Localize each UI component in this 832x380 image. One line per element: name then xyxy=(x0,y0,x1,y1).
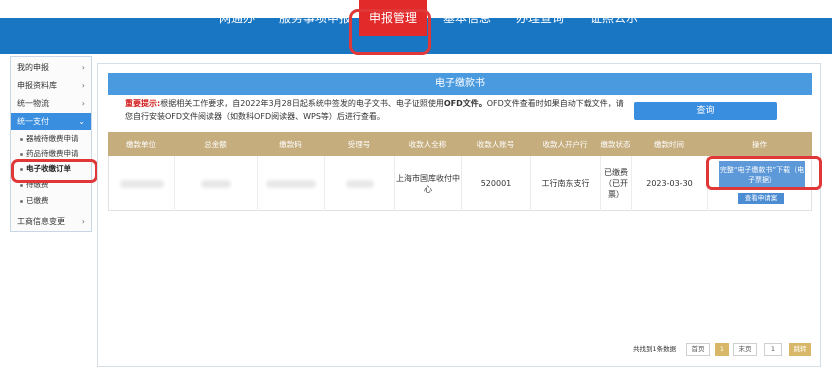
sidebar: 我的申报 › 申报资料库 › 统一物流 › 统一支付 ⌄ 器械待缴费申请 药品待… xyxy=(10,56,92,232)
sidebar-subitem-paid[interactable]: 已缴费 xyxy=(11,194,91,208)
pager-first-button[interactable]: 首页 xyxy=(686,343,710,356)
panel-title: 电子缴款书 xyxy=(108,73,812,95)
pager-current-page[interactable]: 1 xyxy=(715,343,729,356)
nav-item-service-apply[interactable]: 服务事项申报 xyxy=(279,0,351,36)
view-application-button[interactable]: 查看申请案 xyxy=(738,193,784,204)
highlight-frame-sidebar xyxy=(11,159,98,183)
bullet-icon xyxy=(20,152,23,156)
column-header: 受理号 xyxy=(347,139,371,149)
column-header: 缴款单位 xyxy=(126,139,156,149)
column-header: 操作 xyxy=(752,139,767,149)
nav-item-process-query[interactable]: 办理查询 xyxy=(516,0,564,36)
pager-jump-input[interactable]: 1 xyxy=(764,343,782,356)
pager-summary: 共找到1条数据 xyxy=(633,345,677,353)
payer-cell-redacted xyxy=(109,156,175,211)
chevron-right-icon: › xyxy=(81,63,85,72)
payment-code-cell-redacted xyxy=(258,156,325,211)
payee-name-cell: 上海市国库收付中心 xyxy=(395,156,462,211)
column-header: 收款人开户行 xyxy=(542,139,588,149)
chevron-down-icon: ⌄ xyxy=(78,117,85,126)
chevron-right-icon: › xyxy=(81,217,85,226)
column-header: 收款人全称 xyxy=(408,139,447,149)
pay-time-cell: 2023-03-30 xyxy=(632,156,708,211)
column-header: 总金额 xyxy=(204,139,227,149)
sidebar-item-label: 统一物流 xyxy=(17,99,49,108)
highlight-frame-nav xyxy=(349,9,431,55)
nav-item-license-notice[interactable]: 证照公示 xyxy=(590,0,638,36)
sidebar-item-material-library[interactable]: 申报资料库 › xyxy=(11,77,91,94)
sidebar-item-label: 工商信息变更 xyxy=(17,217,65,226)
chevron-right-icon: › xyxy=(81,81,85,90)
sidebar-item-label: 我的申报 xyxy=(17,63,49,72)
nav-item-one-stop[interactable]: 一网通办 xyxy=(207,0,255,36)
sidebar-item-logistics[interactable]: 统一物流 › xyxy=(11,95,91,112)
nav-item-basic-info[interactable]: 基本信息 xyxy=(443,0,491,36)
main-panel: 电子缴款书 重要提示:根据相关工作要求，自2022年3月28日起系统中签发的电子… xyxy=(97,63,821,367)
bullet-icon xyxy=(20,137,23,141)
column-header: 缴款状态 xyxy=(600,139,631,149)
chevron-right-icon: › xyxy=(81,99,85,108)
pager-last-button[interactable]: 末页 xyxy=(733,343,757,356)
sidebar-item-my-declarations[interactable]: 我的申报 › xyxy=(11,59,91,76)
table-header: 缴款单位 总金额 缴款码 受理号 收款人全称 收款人账号 收款人开户行 缴款状态… xyxy=(108,132,812,156)
important-notice: 重要提示:根据相关工作要求，自2022年3月28日起系统中签发的电子文书、电子证… xyxy=(125,99,624,121)
sidebar-item-label: 申报资料库 xyxy=(17,81,57,90)
sidebar-item-business-change[interactable]: 工商信息变更 › xyxy=(11,213,91,230)
column-header: 收款人账号 xyxy=(476,139,515,149)
acceptance-no-cell-redacted xyxy=(325,156,395,211)
sidebar-item-label: 统一支付 xyxy=(17,117,49,126)
sidebar-item-payment[interactable]: 统一支付 ⌄ xyxy=(11,113,91,130)
highlight-frame-operation xyxy=(706,156,822,190)
bullet-icon xyxy=(20,199,23,203)
pager-go-button[interactable]: 跳转 xyxy=(789,343,811,356)
column-header: 缴款时间 xyxy=(654,139,684,149)
amount-cell-redacted xyxy=(175,156,258,211)
sidebar-subitem-device-fee[interactable]: 器械待缴费申请 xyxy=(11,132,91,146)
payee-account-cell: 520001 xyxy=(462,156,531,211)
bullet-icon xyxy=(20,183,23,187)
status-cell: 已缴费（已开票） xyxy=(601,156,632,211)
query-button[interactable]: 查询 xyxy=(634,102,777,120)
column-header: 缴款码 xyxy=(279,139,302,149)
payee-bank-cell: 工行南东支行 xyxy=(531,156,601,211)
